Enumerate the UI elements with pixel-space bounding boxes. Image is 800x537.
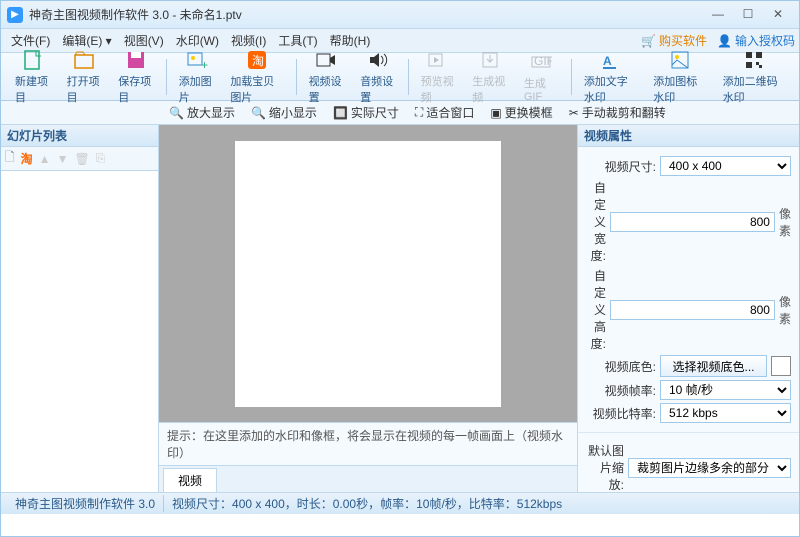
- size-label: 视频尺寸:: [586, 158, 656, 175]
- save-icon: [125, 49, 147, 71]
- scale-select[interactable]: 裁剪图片边缘多余的部分: [628, 458, 791, 478]
- zoom-out-icon: 🔍: [251, 106, 266, 120]
- export-icon: [479, 49, 501, 71]
- height-label: 自定义高度:: [586, 267, 606, 352]
- video-icon: [315, 49, 337, 71]
- gif-icon: GIF: [530, 51, 552, 73]
- zoom-out-button[interactable]: 🔍缩小显示: [245, 104, 323, 121]
- zoom-in-icon: 🔍: [169, 106, 184, 120]
- properties-panel: 视频属性 视频尺寸:400 x 400 自定义宽度:像素 自定义高度:像素 视频…: [577, 125, 799, 492]
- svg-text:+: +: [201, 58, 208, 71]
- crop-icon: ✂: [569, 106, 579, 120]
- status-info: 视频尺寸：400 x 400，时长：0.00秒，帧率：10帧/秒，比特率：512…: [164, 495, 570, 512]
- bitrate-select[interactable]: 512 kbps: [660, 403, 791, 423]
- slide-list-toolbar: 🗋 淘 ▲ ▼ 🗑 ⎘: [1, 147, 158, 171]
- size-select[interactable]: 400 x 400: [660, 156, 791, 176]
- add-slide-icon[interactable]: 🗋: [5, 148, 15, 169]
- hint-text: 提示：在这里添加的水印和像框，将会显示在视频的每一帧画面上（视频水印）: [159, 422, 577, 465]
- open-project-button[interactable]: 打开项目: [59, 47, 111, 107]
- open-icon: [73, 49, 95, 71]
- close-button[interactable]: ✕: [763, 5, 793, 25]
- zoom-in-button[interactable]: 🔍放大显示: [163, 104, 241, 121]
- user-icon: 👤: [717, 34, 732, 48]
- icon-wm-icon: [669, 49, 691, 71]
- svg-text:淘: 淘: [252, 54, 264, 68]
- slide-list[interactable]: [1, 171, 158, 492]
- up-icon[interactable]: ▲: [39, 152, 51, 166]
- audio-icon: [367, 49, 389, 71]
- bgcolor-button[interactable]: 选择视频底色...: [660, 355, 767, 377]
- tab-video[interactable]: 视频: [163, 468, 217, 492]
- statusbar: 神奇主图视频制作软件 3.0 视频尺寸：400 x 400，时长：0.00秒，帧…: [1, 492, 799, 514]
- window-title: 神奇主图视频制作软件 3.0 - 未命名1.ptv: [29, 6, 703, 23]
- change-frame-button[interactable]: ▣更换模框: [484, 104, 558, 121]
- status-app: 神奇主图视频制作软件 3.0: [7, 495, 164, 512]
- svg-text:A: A: [603, 54, 612, 68]
- fit-icon: ⛶: [415, 105, 423, 120]
- preview-icon: [427, 49, 449, 71]
- qr-icon: [743, 49, 765, 71]
- slide-list-panel: 幻灯片列表 🗋 淘 ▲ ▼ 🗑 ⎘: [1, 125, 159, 492]
- minimize-button[interactable]: —: [703, 5, 733, 25]
- cart-icon: 🛒: [641, 34, 656, 48]
- qr-watermark-button[interactable]: 添加二维码水印: [715, 47, 793, 107]
- bottom-tabs: 视频: [159, 465, 577, 492]
- svg-text:GIF: GIF: [534, 54, 552, 68]
- generate-gif-button[interactable]: GIF生成 GIF: [516, 49, 567, 105]
- text-icon: A: [600, 49, 622, 71]
- generate-video-button[interactable]: 生成视频: [464, 47, 516, 107]
- slide-list-header: 幻灯片列表: [1, 125, 158, 147]
- fps-select[interactable]: 10 帧/秒: [660, 380, 791, 400]
- crop-rotate-button[interactable]: ✂手动裁剪和翻转: [563, 104, 672, 121]
- copy-icon[interactable]: ⎘: [96, 151, 106, 166]
- add-image-button[interactable]: +添加图片: [171, 47, 223, 107]
- fit-window-button[interactable]: ⛶适合窗口: [409, 104, 480, 121]
- fps-label: 视频帧率:: [586, 382, 656, 399]
- down-icon[interactable]: ▼: [57, 152, 69, 166]
- preview-button[interactable]: 预览视频: [413, 47, 465, 107]
- audio-settings-button[interactable]: 音频设置: [352, 47, 404, 107]
- width-label: 自定义宽度:: [586, 179, 606, 264]
- height-input[interactable]: [610, 300, 775, 320]
- new-icon: [22, 49, 44, 71]
- load-taobao-button[interactable]: 淘加载宝贝图片: [222, 47, 291, 107]
- width-input[interactable]: [610, 212, 775, 232]
- titlebar: ▶ 神奇主图视频制作软件 3.0 - 未命名1.ptv — ☐ ✕: [1, 1, 799, 29]
- toolbar: 新建项目 打开项目 保存项目 +添加图片 淘加载宝贝图片 视频设置 音频设置 预…: [1, 53, 799, 101]
- video-canvas[interactable]: [235, 141, 501, 407]
- frame-icon: ▣: [490, 106, 501, 120]
- delete-icon[interactable]: 🗑: [74, 152, 89, 166]
- taobao-icon: 淘: [246, 49, 268, 71]
- canvas-area: 提示：在这里添加的水印和像框，将会显示在视频的每一帧画面上（视频水印） 视频: [159, 125, 577, 492]
- bgcolor-swatch[interactable]: [771, 356, 791, 376]
- new-project-button[interactable]: 新建项目: [7, 47, 59, 107]
- text-watermark-button[interactable]: A添加文字水印: [576, 47, 645, 107]
- scale-label: 默认图片缩放:: [586, 442, 624, 492]
- video-settings-button[interactable]: 视频设置: [301, 47, 353, 107]
- icon-watermark-button[interactable]: 添加图标水印: [645, 47, 714, 107]
- bgcolor-label: 视频底色:: [586, 358, 656, 375]
- bitrate-label: 视频比特率:: [586, 405, 656, 422]
- image-add-icon: +: [186, 49, 208, 71]
- properties-header: 视频属性: [578, 125, 799, 147]
- save-project-button[interactable]: 保存项目: [110, 47, 162, 107]
- tao-slide-button[interactable]: 淘: [21, 150, 33, 167]
- app-logo: ▶: [7, 7, 23, 23]
- actual-size-button[interactable]: 🔲实际尺寸: [327, 104, 405, 121]
- actual-icon: 🔲: [333, 106, 348, 120]
- maximize-button[interactable]: ☐: [733, 5, 763, 25]
